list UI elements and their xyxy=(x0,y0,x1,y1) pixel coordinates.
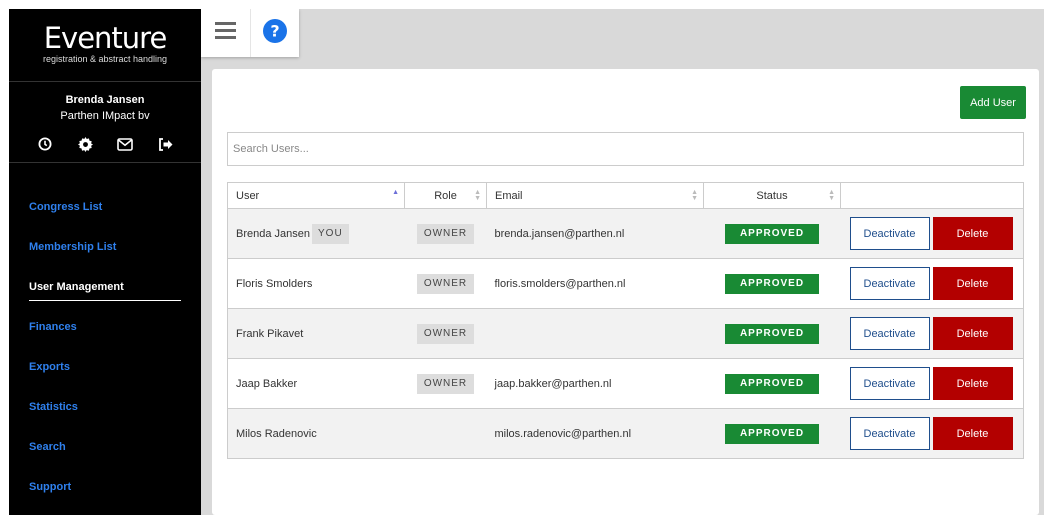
status-badge: APPROVED xyxy=(725,423,819,444)
email-cell: jaap.bakker@parthen.nl xyxy=(486,358,704,409)
table-row: Brenda Jansen YOU OWNER brenda.jansen@par… xyxy=(227,208,1024,259)
profile-organization: Parthen IMpact bv xyxy=(60,110,150,122)
column-header-status[interactable]: Status ▲ ▼ xyxy=(703,182,841,209)
users-table: User ▲ Role ▲ ▼ Email ▲ ▼ Status ▲ ▼ Bre… xyxy=(227,182,1024,459)
sort-icon: ▲ ▼ xyxy=(828,189,835,202)
delete-button[interactable]: Delete xyxy=(932,217,1013,250)
sort-icon: ▲ ▼ xyxy=(474,189,481,202)
status-badge: APPROVED xyxy=(725,373,819,394)
logo-subtitle: registration & abstract handling xyxy=(42,54,168,64)
delete-button[interactable]: Delete xyxy=(932,267,1013,300)
search-users-input[interactable] xyxy=(227,132,1024,166)
status-badge: APPROVED xyxy=(725,223,819,244)
user-name: Milos Radenovic xyxy=(236,427,317,440)
email-cell: brenda.jansen@parthen.nl xyxy=(486,208,704,259)
sort-ascending-icon: ▲ xyxy=(392,189,399,196)
deactivate-button[interactable]: Deactivate xyxy=(849,317,930,350)
actions-cell: Deactivate Delete xyxy=(840,408,1024,459)
delete-button[interactable]: Delete xyxy=(932,367,1013,400)
user-name-cell: Frank Pikavet xyxy=(227,308,405,359)
hamburger-icon xyxy=(215,22,236,44)
menu-toggle-button[interactable] xyxy=(201,9,250,57)
role-cell xyxy=(404,408,487,459)
table-row: Milos Radenovic milos.radenovic@parthen.… xyxy=(227,408,1024,459)
deactivate-button[interactable]: Deactivate xyxy=(849,417,930,450)
actions-cell: Deactivate Delete xyxy=(840,208,1024,259)
sidebar-nav: Congress List Membership List User Manag… xyxy=(9,163,201,507)
actions-cell: Deactivate Delete xyxy=(840,258,1024,309)
deactivate-button[interactable]: Deactivate xyxy=(849,217,930,250)
status-badge: APPROVED xyxy=(725,273,819,294)
role-badge: OWNER xyxy=(417,323,474,344)
user-name-cell: Jaap Bakker xyxy=(227,358,405,409)
user-profile: Brenda Jansen Parthen IMpact bv xyxy=(9,82,201,163)
role-badge: OWNER xyxy=(417,273,474,294)
role-cell: OWNER xyxy=(404,258,487,309)
email-cell: floris.smolders@parthen.nl xyxy=(486,258,704,309)
add-user-button[interactable]: Add User xyxy=(960,86,1026,119)
status-cell: APPROVED xyxy=(703,408,841,459)
sidebar: Eventure registration & abstract handlin… xyxy=(9,9,201,515)
user-name-cell: Brenda Jansen YOU xyxy=(227,208,405,259)
user-name: Brenda Jansen xyxy=(236,227,310,240)
role-badge: OWNER xyxy=(417,223,474,244)
deactivate-button[interactable]: Deactivate xyxy=(849,367,930,400)
table-row: Jaap Bakker OWNER jaap.bakker@parthen.nl… xyxy=(227,358,1024,409)
status-cell: APPROVED xyxy=(703,308,841,359)
actions-cell: Deactivate Delete xyxy=(840,308,1024,359)
sidebar-item-statistics[interactable]: Statistics xyxy=(29,387,201,427)
status-cell: APPROVED xyxy=(703,208,841,259)
profile-actions xyxy=(9,135,201,153)
sidebar-item-user-management[interactable]: User Management xyxy=(29,267,201,307)
envelope-icon[interactable] xyxy=(116,135,134,153)
sidebar-item-membership-list[interactable]: Membership List xyxy=(29,227,201,267)
table-row: Frank Pikavet OWNER APPROVED Deactivate … xyxy=(227,308,1024,359)
role-badge: OWNER xyxy=(417,373,474,394)
column-header-role[interactable]: Role ▲ ▼ xyxy=(404,182,487,209)
role-cell: OWNER xyxy=(404,308,487,359)
clock-icon[interactable] xyxy=(36,135,54,153)
role-cell: OWNER xyxy=(404,358,487,409)
help-button[interactable]: ? xyxy=(250,9,299,57)
top-toolbar: ? xyxy=(201,9,299,57)
gear-icon[interactable] xyxy=(76,135,94,153)
logo-title: Eventure xyxy=(43,21,168,55)
email-cell xyxy=(486,308,704,359)
email-cell: milos.radenovic@parthen.nl xyxy=(486,408,704,459)
svg-text:?: ? xyxy=(270,21,279,40)
user-name: Floris Smolders xyxy=(236,277,313,290)
user-name: Frank Pikavet xyxy=(236,327,304,340)
sidebar-item-search[interactable]: Search xyxy=(29,427,201,467)
profile-name: Brenda Jansen xyxy=(65,94,145,106)
sidebar-item-support[interactable]: Support xyxy=(29,467,201,507)
user-name-cell: Floris Smolders xyxy=(227,258,405,309)
sort-icon: ▲ ▼ xyxy=(691,189,698,202)
status-badge: APPROVED xyxy=(725,323,819,344)
you-badge: YOU xyxy=(312,223,349,244)
user-name-cell: Milos Radenovic xyxy=(227,408,405,459)
delete-button[interactable]: Delete xyxy=(932,417,1013,450)
sidebar-item-exports[interactable]: Exports xyxy=(29,347,201,387)
table-row: Floris Smolders OWNER floris.smolders@pa… xyxy=(227,258,1024,309)
sidebar-item-congress-list[interactable]: Congress List xyxy=(29,187,201,227)
logo[interactable]: Eventure registration & abstract handlin… xyxy=(9,9,201,82)
status-cell: APPROVED xyxy=(703,358,841,409)
status-cell: APPROVED xyxy=(703,258,841,309)
column-header-email[interactable]: Email ▲ ▼ xyxy=(486,182,704,209)
sign-out-icon[interactable] xyxy=(156,135,174,153)
user-management-panel: Add User User ▲ Role ▲▼ Email ▲▼ xyxy=(212,69,1039,515)
column-header-actions xyxy=(840,182,1024,209)
sidebar-item-finances[interactable]: Finances xyxy=(29,307,201,347)
deactivate-button[interactable]: Deactivate xyxy=(849,267,930,300)
role-cell: OWNER xyxy=(404,208,487,259)
question-circle-icon: ? xyxy=(263,18,287,48)
column-header-user[interactable]: User ▲ xyxy=(227,182,405,209)
app-frame: Eventure registration & abstract handlin… xyxy=(9,9,1044,515)
user-name: Jaap Bakker xyxy=(236,377,298,390)
delete-button[interactable]: Delete xyxy=(932,317,1013,350)
actions-cell: Deactivate Delete xyxy=(840,358,1024,409)
